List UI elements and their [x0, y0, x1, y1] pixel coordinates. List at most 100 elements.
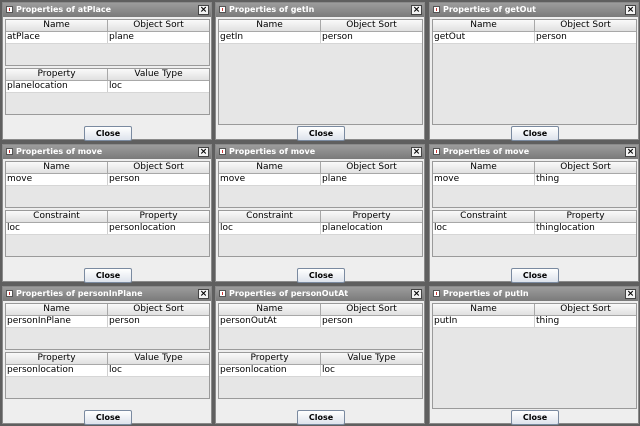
table-cell[interactable]: loc	[108, 81, 209, 92]
column-header[interactable]: Object Sort	[535, 20, 636, 31]
title-bar[interactable]: Properties of getIn ×	[216, 3, 424, 17]
properties-table[interactable]: Name Object Sort move person	[5, 161, 210, 208]
column-header[interactable]: Property	[535, 211, 636, 222]
column-header[interactable]: Value Type	[108, 353, 209, 364]
table-row[interactable]: personlocation loc	[6, 365, 209, 377]
title-bar[interactable]: Properties of move ×	[3, 145, 211, 159]
column-header[interactable]: Value Type	[321, 353, 422, 364]
table-cell[interactable]: planelocation	[321, 223, 422, 234]
table-row[interactable]: move plane	[219, 174, 422, 186]
close-window-icon[interactable]: ×	[411, 147, 422, 157]
table-cell[interactable]: person	[108, 316, 209, 327]
column-header[interactable]: Object Sort	[535, 162, 636, 173]
close-button[interactable]: Close	[84, 410, 132, 425]
column-header[interactable]: Object Sort	[535, 304, 636, 315]
column-header[interactable]: Object Sort	[321, 162, 422, 173]
title-bar[interactable]: Properties of move ×	[216, 145, 424, 159]
table-row[interactable]: loc thinglocation	[433, 223, 636, 235]
column-header[interactable]: Property	[6, 69, 108, 80]
table-cell[interactable]: person	[535, 32, 636, 43]
column-header[interactable]: Name	[219, 20, 321, 31]
close-button[interactable]: Close	[297, 126, 345, 141]
table-cell[interactable]: thing	[535, 174, 636, 185]
table-cell[interactable]: loc	[433, 223, 535, 234]
table-cell[interactable]: thing	[535, 316, 636, 327]
close-button[interactable]: Close	[84, 126, 132, 141]
properties-table[interactable]: Constraint Property loc thinglocation	[432, 210, 637, 257]
table-cell[interactable]: personlocation	[108, 223, 209, 234]
table-cell[interactable]: putIn	[433, 316, 535, 327]
properties-table[interactable]: Name Object Sort atPlace plane	[5, 19, 210, 66]
column-header[interactable]: Name	[6, 20, 108, 31]
column-header[interactable]: Object Sort	[108, 304, 209, 315]
close-window-icon[interactable]: ×	[411, 289, 422, 299]
column-header[interactable]: Object Sort	[321, 304, 422, 315]
properties-table[interactable]: Name Object Sort personOutAt person	[218, 303, 423, 350]
close-window-icon[interactable]: ×	[625, 5, 636, 15]
close-window-icon[interactable]: ×	[411, 5, 422, 15]
table-row[interactable]: personlocation loc	[219, 365, 422, 377]
table-row[interactable]: move thing	[433, 174, 636, 186]
table-cell[interactable]: personInPlane	[6, 316, 108, 327]
table-cell[interactable]: person	[321, 316, 422, 327]
table-cell[interactable]: thinglocation	[535, 223, 636, 234]
table-cell[interactable]: person	[108, 174, 209, 185]
close-button[interactable]: Close	[511, 268, 559, 283]
properties-table[interactable]: Property Value Type planelocation loc	[5, 68, 210, 115]
column-header[interactable]: Name	[433, 20, 535, 31]
table-row[interactable]: personOutAt person	[219, 316, 422, 328]
column-header[interactable]: Property	[219, 353, 321, 364]
close-button[interactable]: Close	[511, 126, 559, 141]
table-row[interactable]: putIn thing	[433, 316, 636, 328]
title-bar[interactable]: Properties of personOutAt ×	[216, 287, 424, 301]
column-header[interactable]: Property	[321, 211, 422, 222]
column-header[interactable]: Name	[219, 162, 321, 173]
table-cell[interactable]: getOut	[433, 32, 535, 43]
table-cell[interactable]: atPlace	[6, 32, 108, 43]
column-header[interactable]: Object Sort	[108, 162, 209, 173]
column-header[interactable]: Name	[433, 162, 535, 173]
table-row[interactable]: getIn person	[219, 32, 422, 44]
column-header[interactable]: Constraint	[219, 211, 321, 222]
properties-table[interactable]: Name Object Sort getOut person	[432, 19, 637, 125]
properties-table[interactable]: Property Value Type personlocation loc	[218, 352, 423, 399]
properties-table[interactable]: Name Object Sort personInPlane person	[5, 303, 210, 350]
close-button[interactable]: Close	[84, 268, 132, 283]
close-window-icon[interactable]: ×	[198, 5, 209, 15]
table-row[interactable]: move person	[6, 174, 209, 186]
close-button[interactable]: Close	[297, 268, 345, 283]
column-header[interactable]: Property	[6, 353, 108, 364]
column-header[interactable]: Object Sort	[321, 20, 422, 31]
table-row[interactable]: loc planelocation	[219, 223, 422, 235]
table-cell[interactable]: planelocation	[6, 81, 108, 92]
title-bar[interactable]: Properties of personInPlane ×	[3, 287, 211, 301]
close-button[interactable]: Close	[511, 410, 559, 425]
table-cell[interactable]: person	[321, 32, 422, 43]
column-header[interactable]: Name	[433, 304, 535, 315]
table-cell[interactable]: personOutAt	[219, 316, 321, 327]
table-cell[interactable]: plane	[321, 174, 422, 185]
column-header[interactable]: Constraint	[6, 211, 108, 222]
properties-table[interactable]: Property Value Type personlocation loc	[5, 352, 210, 399]
table-cell[interactable]: loc	[6, 223, 108, 234]
table-cell[interactable]: move	[219, 174, 321, 185]
properties-table[interactable]: Constraint Property loc personlocation	[5, 210, 210, 257]
table-row[interactable]: getOut person	[433, 32, 636, 44]
close-button[interactable]: Close	[297, 410, 345, 425]
title-bar[interactable]: Properties of move ×	[430, 145, 638, 159]
table-row[interactable]: atPlace plane	[6, 32, 209, 44]
table-cell[interactable]: move	[6, 174, 108, 185]
properties-table[interactable]: Name Object Sort putIn thing	[432, 303, 637, 409]
table-cell[interactable]: loc	[219, 223, 321, 234]
close-window-icon[interactable]: ×	[198, 147, 209, 157]
table-cell[interactable]: plane	[108, 32, 209, 43]
table-row[interactable]: loc personlocation	[6, 223, 209, 235]
column-header[interactable]: Name	[6, 162, 108, 173]
table-cell[interactable]: personlocation	[219, 365, 321, 376]
title-bar[interactable]: Properties of putIn ×	[430, 287, 638, 301]
table-cell[interactable]: personlocation	[6, 365, 108, 376]
table-cell[interactable]: loc	[108, 365, 209, 376]
column-header[interactable]: Name	[219, 304, 321, 315]
close-window-icon[interactable]: ×	[198, 289, 209, 299]
close-window-icon[interactable]: ×	[625, 289, 636, 299]
